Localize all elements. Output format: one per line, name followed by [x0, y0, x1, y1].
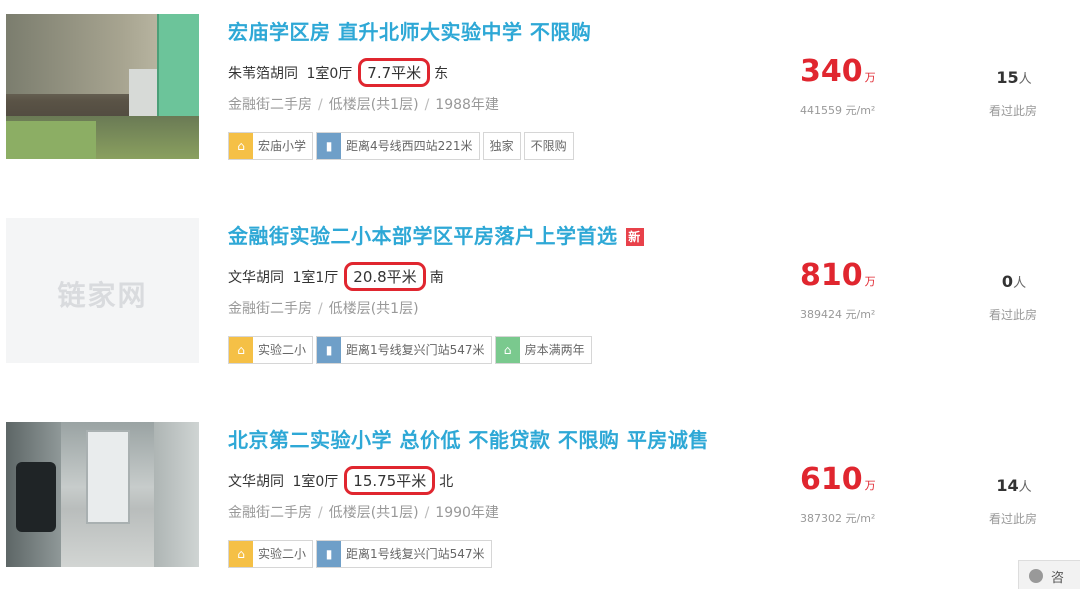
tag-subway: ▮ 距离4号线西四站221米	[316, 132, 480, 160]
orientation: 北	[439, 474, 454, 490]
listing-title[interactable]: 金融街实验二小本部学区平房落户上学首选新	[228, 220, 644, 249]
total-price: 610 万	[800, 462, 876, 497]
layout: 1室0厅	[292, 474, 339, 490]
subway-icon: ▮	[317, 337, 342, 363]
floor: 低楼层(共1层)	[328, 301, 419, 317]
tag-list: ⌂ 宏庙小学 ▮ 距离4号线西四站221米 独家 不限购	[228, 132, 577, 160]
orientation: 东	[434, 66, 449, 82]
listing-item[interactable]: 宏庙学区房 直升北师大实验中学 不限购 朱苇箔胡同 1室0厅 7.7平米东 金融街…	[0, 14, 1080, 184]
watermark: 链家网	[57, 279, 148, 312]
tag-subway: ▮ 距离1号线复兴门站547米	[316, 540, 492, 568]
district-link[interactable]: 金融街二手房	[228, 505, 312, 521]
unit-price: 441559 元/m²	[800, 104, 876, 117]
view-count: 14人	[996, 476, 1032, 495]
school-icon: ⌂	[229, 337, 253, 363]
school-icon: ⌂	[229, 133, 253, 159]
listing-meta: 金融街二手房 / 低楼层(共1层)/1988年建	[228, 97, 499, 113]
chat-icon	[1029, 569, 1043, 583]
total-price: 810 万	[800, 258, 876, 293]
view-count: 0人	[1001, 272, 1027, 291]
listing-meta: 金融街二手房 / 低楼层(共1层)	[228, 301, 419, 317]
address[interactable]: 文华胡同	[228, 474, 284, 490]
district-link[interactable]: 金融街二手房	[228, 301, 312, 317]
floor: 低楼层(共1层)	[328, 97, 419, 113]
tag-exclusive: 独家	[482, 132, 521, 160]
tag-subway: ▮ 距离1号线复兴门站547米	[316, 336, 492, 364]
listing-item[interactable]: 北京第二实验小学 总价低 不能贷款 不限购 平房诚售 文华胡同 1室0厅 15.7…	[0, 422, 1080, 592]
tag-school: ⌂ 实验二小	[228, 336, 314, 364]
consult-widget[interactable]: 咨	[1018, 560, 1080, 589]
listing-item[interactable]: 链家网 金融街实验二小本部学区平房落户上学首选新 文华胡同 1室1厅 20.8平米…	[0, 218, 1080, 388]
subway-icon: ▮	[317, 541, 342, 567]
listing-photo[interactable]	[6, 422, 199, 567]
address[interactable]: 文华胡同	[228, 270, 284, 286]
tag-list: ⌂ 实验二小 ▮ 距离1号线复兴门站547米	[228, 540, 495, 568]
unit-price: 387302 元/m²	[800, 512, 876, 525]
listing-meta: 金融街二手房 / 低楼层(共1层)/1990年建	[228, 505, 499, 521]
view-count-label: 看过此房	[988, 104, 1037, 118]
new-badge: 新	[625, 228, 644, 246]
listing-photo[interactable]	[6, 14, 199, 159]
listing-title[interactable]: 北京第二实验小学 总价低 不能贷款 不限购 平房诚售	[228, 424, 709, 453]
listing-info: 朱苇箔胡同 1室0厅 7.7平米东	[228, 58, 452, 87]
build-year: 1990年建	[435, 505, 499, 521]
build-year: 1988年建	[435, 97, 499, 113]
view-count-label: 看过此房	[988, 512, 1037, 526]
listing-info: 文华胡同 1室1厅 20.8平米南	[228, 262, 448, 291]
school-icon: ⌂	[229, 541, 253, 567]
address[interactable]: 朱苇箔胡同	[228, 66, 298, 82]
floor: 低楼层(共1层)	[328, 505, 419, 521]
listing-title[interactable]: 宏庙学区房 直升北师大实验中学 不限购	[228, 16, 591, 45]
listing-photo-placeholder[interactable]: 链家网	[6, 218, 199, 363]
layout: 1室0厅	[306, 66, 353, 82]
tag-unrestricted: 不限购	[523, 132, 574, 160]
layout: 1室1厅	[292, 270, 339, 286]
tag-school: ⌂ 宏庙小学	[228, 132, 314, 160]
unit-price: 389424 元/m²	[800, 308, 876, 321]
consult-label: 咨	[1051, 571, 1065, 586]
tag-school: ⌂ 实验二小	[228, 540, 314, 568]
tag-list: ⌂ 实验二小 ▮ 距离1号线复兴门站547米 ⌂ 房本满两年	[228, 336, 595, 364]
area-highlight: 15.75平米	[344, 466, 436, 495]
district-link[interactable]: 金融街二手房	[228, 97, 312, 113]
subway-icon: ▮	[317, 133, 342, 159]
orientation: 南	[429, 270, 444, 286]
home-icon: ⌂	[495, 337, 520, 363]
view-count: 15人	[996, 68, 1032, 87]
area-highlight: 7.7平米	[358, 58, 431, 87]
area-highlight: 20.8平米	[344, 262, 426, 291]
view-count-label: 看过此房	[988, 308, 1037, 322]
listing-info: 文华胡同 1室0厅 15.75平米北	[228, 466, 457, 495]
tag-deed: ⌂ 房本满两年	[494, 336, 592, 364]
total-price: 340 万	[800, 54, 876, 89]
